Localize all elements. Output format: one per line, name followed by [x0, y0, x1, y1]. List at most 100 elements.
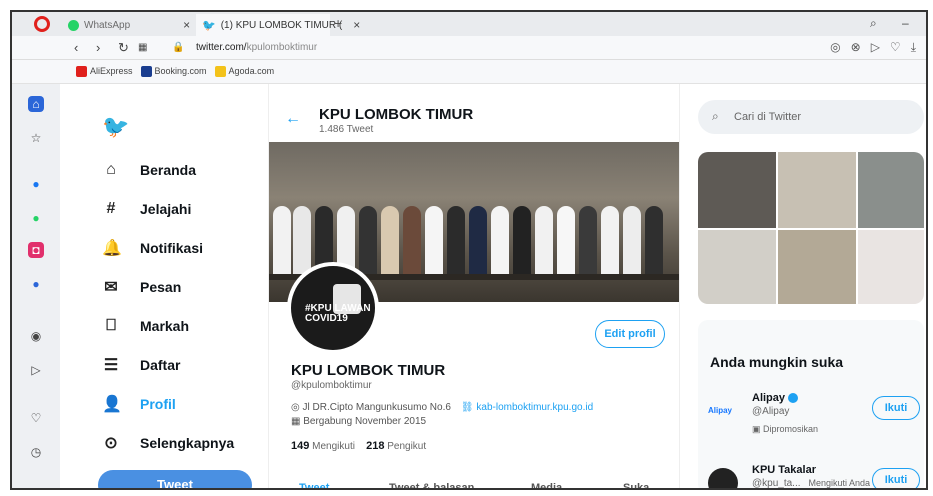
kpu-takalar-avatar	[708, 468, 738, 488]
search-icon: ⌕	[712, 109, 719, 123]
download-icon[interactable]: ⤓	[911, 40, 916, 55]
followers-link[interactable]: 218 Pengikut	[366, 440, 426, 452]
profile-name: KPU LOMBOK TIMUR	[291, 362, 446, 379]
promoted-icon: ▣	[752, 424, 761, 434]
tab-whatsapp[interactable]: WhatsApp ×	[62, 14, 196, 36]
more-icon: ⊙	[104, 435, 118, 452]
bell-icon: 🔔	[102, 240, 122, 257]
tweet-button[interactable]: Tweet	[98, 470, 252, 488]
lock-icon: 🔒	[172, 42, 185, 53]
following-link[interactable]: 149 Mengikuti	[291, 440, 355, 452]
mail-icon: ✉	[104, 279, 118, 296]
tab-tweet[interactable]: Tweet	[299, 482, 329, 488]
alipay-logo: Alipay	[708, 406, 733, 415]
tweet-count: 1.486 Tweet	[319, 124, 374, 135]
tab-twitter[interactable]: 🐦 (1) KPU LOMBOK TIMUR ( ×	[196, 14, 360, 36]
suggestion-item[interactable]: KPU Takalar @kpu_ta... Mengikuti Anda Iku…	[708, 464, 924, 488]
player-icon[interactable]: ◉	[28, 328, 44, 344]
media-thumb[interactable]	[778, 230, 856, 304]
suggestions-panel: Anda mungkin suka Alipay Alipay @Alipay …	[698, 320, 924, 488]
bookmark-agoda[interactable]: Agoda.com	[214, 66, 274, 78]
search-input[interactable]: ⌕ Cari di Twitter	[698, 100, 924, 134]
media-thumb[interactable]	[858, 152, 924, 228]
send-icon[interactable]: ▷	[28, 362, 44, 378]
history-icon[interactable]: ◷	[28, 444, 44, 460]
camera-icon[interactable]: ◎	[830, 40, 840, 55]
follow-button[interactable]: Ikuti	[872, 468, 920, 488]
address-actions: ◎ ⊗ ▷ ♡ ⤓	[830, 40, 916, 55]
minimize-icon[interactable]: –	[902, 16, 909, 30]
tab-suka[interactable]: Suka	[623, 482, 649, 488]
home-icon: ⌂	[106, 161, 116, 178]
shield-icon[interactable]: ⊗	[851, 40, 861, 55]
media-thumb[interactable]	[858, 230, 924, 304]
hashtag-icon: #	[106, 200, 116, 217]
tab-bar: WhatsApp × 🐦 (1) KPU LOMBOK TIMUR ( × + …	[12, 12, 926, 36]
profile-meta: ◎ Jl DR.Cipto Mangunkusumo No.6 ⛓ kab-lo…	[291, 402, 593, 413]
instagram-icon[interactable]: ◘	[28, 242, 44, 258]
suggestions-title: Anda mungkin suka	[710, 354, 844, 370]
tab-tweet-balasan[interactable]: Tweet & balasan	[389, 482, 474, 488]
send-icon[interactable]: ▷	[871, 40, 880, 55]
person-icon: 👤	[102, 396, 122, 413]
nav-item-daftar[interactable]: ☰ Daftar	[102, 351, 181, 379]
tab-label: (1) KPU LOMBOK TIMUR (	[220, 19, 343, 31]
back-arrow-icon[interactable]: ←	[285, 110, 301, 128]
nav-item-markah[interactable]: ⎕ Markah	[102, 312, 189, 340]
search-icon[interactable]: ⌕	[870, 16, 877, 31]
nav-item-pesan[interactable]: ✉ Pesan	[102, 273, 181, 301]
bookmark-aliexpress[interactable]: AliExpress	[76, 66, 133, 78]
media-thumb[interactable]	[698, 152, 776, 228]
suggestion-item[interactable]: Alipay Alipay @Alipay ▣ Dipromosikan Iku…	[708, 392, 924, 434]
edit-profile-button[interactable]: Edit profil	[595, 320, 665, 348]
calendar-icon: ▦	[291, 416, 301, 427]
bookmarks-bar: AliExpress Booking.com Agoda.com	[12, 60, 926, 84]
opera-logo-icon[interactable]	[34, 16, 50, 32]
tab-label: WhatsApp	[84, 19, 131, 31]
website-link[interactable]: ⛓ kab-lomboktimur.kpu.go.id	[461, 402, 593, 413]
link-icon: ⛓	[460, 402, 474, 413]
verified-icon	[788, 393, 799, 404]
heart-icon[interactable]: ♡	[890, 40, 901, 55]
vk-icon[interactable]: ●	[28, 276, 44, 292]
bookmark-booking[interactable]: Booking.com	[140, 66, 207, 78]
location-icon: ◎	[291, 402, 300, 413]
opera-sidebar: ⌂ ☆ ● ● ◘ ● ◉ ▷ ♡ ◷	[12, 84, 60, 488]
new-tab-icon[interactable]: +	[334, 15, 342, 31]
twitter-logo-icon[interactable]: 🐦	[102, 114, 129, 140]
reload-icon[interactable]: ↻	[118, 40, 129, 56]
messenger-icon[interactable]: ●	[28, 176, 44, 192]
media-thumb[interactable]	[778, 152, 856, 228]
nav-item-jelajahi[interactable]: # Jelajahi	[102, 195, 192, 223]
nav-item-beranda[interactable]: ⌂ Beranda	[102, 156, 196, 184]
header-title: KPU LOMBOK TIMUR	[319, 106, 474, 123]
nav-item-profil[interactable]: 👤 Profil	[102, 390, 176, 418]
forward-icon[interactable]: ›	[96, 40, 100, 55]
list-icon: ☰	[103, 357, 119, 374]
browser-window: WhatsApp × 🐦 (1) KPU LOMBOK TIMUR ( × + …	[10, 10, 928, 490]
location: ◎ Jl DR.Cipto Mangunkusumo No.6	[291, 402, 451, 413]
whatsapp-icon[interactable]: ●	[28, 210, 44, 226]
twitter-icon: 🐦	[202, 19, 216, 32]
close-icon[interactable]: ×	[183, 18, 190, 32]
bookmark-icon: ⎕	[106, 317, 116, 334]
speed-dial-icon[interactable]: ▦	[138, 42, 147, 53]
nav-item-notifikasi[interactable]: 🔔 Notifikasi	[102, 234, 203, 262]
home-icon[interactable]: ⌂	[28, 96, 44, 112]
joined-date: ▦ Bergabung November 2015	[291, 416, 427, 427]
follow-button[interactable]: Ikuti	[872, 396, 920, 420]
media-grid[interactable]	[698, 152, 924, 304]
star-icon[interactable]: ☆	[28, 130, 44, 146]
url-input[interactable]: twitter.com/kpulomboktimur	[196, 42, 317, 53]
follow-stats: 149 Mengikuti 218 Pengikut	[291, 440, 426, 452]
back-icon[interactable]: ‹	[74, 40, 78, 55]
heart-icon[interactable]: ♡	[28, 410, 44, 426]
twitter-navigation: 🐦 ⌂ Beranda # Jelajahi 🔔 Notifikasi ✉ Pesan …	[60, 84, 274, 488]
close-icon[interactable]: ×	[353, 18, 360, 32]
avatar[interactable]: #KPU LAWAN COVID19	[287, 262, 379, 354]
whatsapp-icon	[68, 19, 79, 31]
nav-item-selengkapnya[interactable]: ⊙ Selengkapnya	[102, 429, 234, 457]
tab-media[interactable]: Media	[531, 482, 562, 488]
address-bar: ‹ › ↻ ▦ 🔒 twitter.com/kpulomboktimur ◎ ⊗…	[12, 36, 926, 60]
media-thumb[interactable]	[698, 230, 776, 304]
